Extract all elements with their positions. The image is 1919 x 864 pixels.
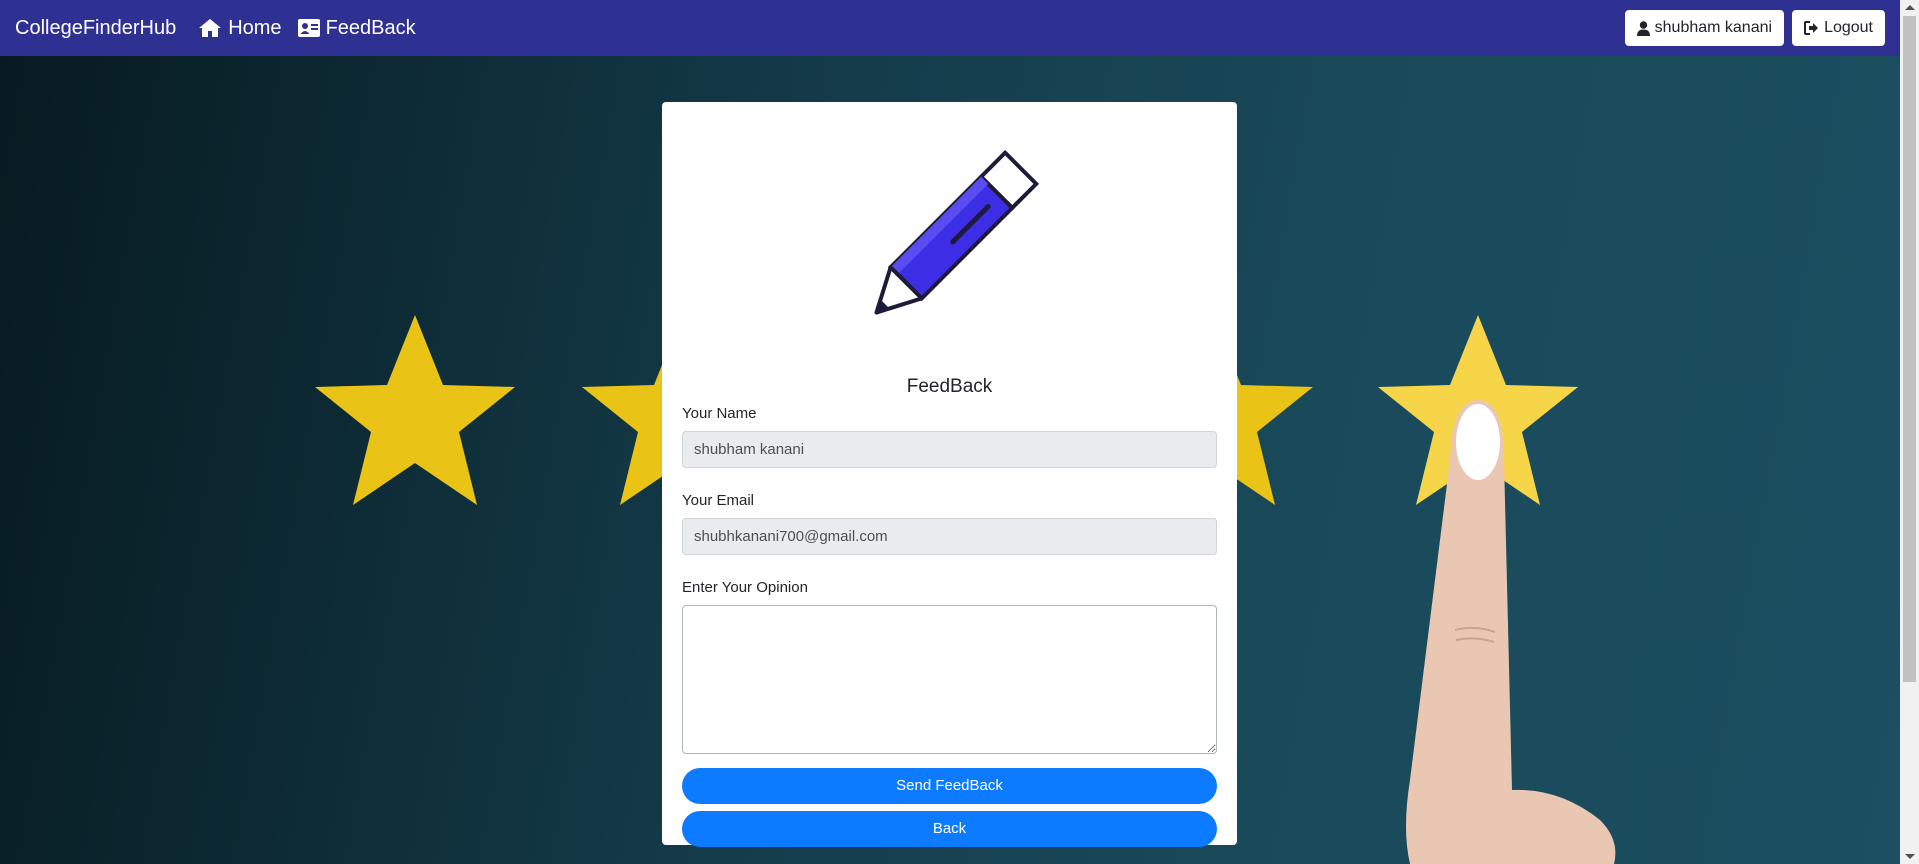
user-button[interactable]: shubham kanani	[1624, 10, 1785, 46]
user-icon	[1636, 20, 1650, 36]
feedback-card: FeedBack Your Name shubham kanani Your E…	[662, 102, 1237, 847]
logout-button[interactable]: Logout	[1792, 10, 1885, 46]
logout-icon	[1804, 21, 1819, 35]
email-field[interactable]: shubhkanani700@gmail.com	[682, 518, 1217, 555]
logout-label: Logout	[1824, 19, 1873, 36]
name-field[interactable]: shubham kanani	[682, 431, 1217, 468]
nav-feedback-label: FeedBack	[325, 16, 416, 39]
scroll-up-arrow-icon[interactable]	[1905, 5, 1915, 10]
opinion-label: Enter Your Opinion	[682, 579, 808, 596]
home-icon	[199, 19, 222, 37]
user-name: shubham kanani	[1654, 19, 1773, 36]
nav-feedback-link[interactable]: FeedBack	[297, 16, 416, 40]
nav-home-label: Home	[228, 16, 282, 39]
id-card-icon	[297, 19, 320, 37]
send-feedback-button[interactable]: Send FeedBack	[682, 768, 1217, 804]
scroll-down-arrow-icon[interactable]	[1905, 854, 1915, 859]
star-icon	[315, 315, 515, 505]
email-label: Your Email	[682, 492, 754, 509]
back-button[interactable]: Back	[682, 811, 1217, 847]
finger-image	[1406, 400, 1616, 864]
brand-link[interactable]: CollegeFinderHub	[15, 17, 176, 40]
pencil-illustration	[682, 144, 1217, 334]
scroll-thumb[interactable]	[1903, 16, 1916, 682]
form-title: FeedBack	[906, 376, 993, 397]
navbar: CollegeFinderHub Home FeedBack shubham k…	[0, 0, 1900, 56]
scrollbar[interactable]	[1900, 0, 1919, 864]
pencil-icon	[873, 149, 1039, 315]
opinion-textarea[interactable]	[682, 605, 1217, 754]
name-label: Your Name	[682, 405, 757, 422]
nav-home-link[interactable]: Home	[198, 16, 282, 40]
